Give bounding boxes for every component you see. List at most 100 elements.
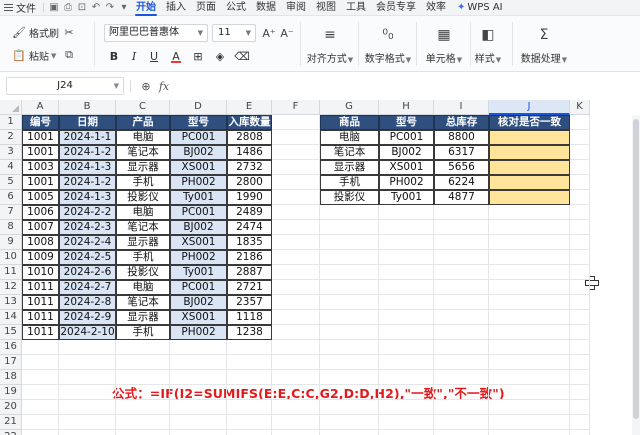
- undo-icon[interactable]: ↶: [89, 0, 103, 16]
- table1-cell[interactable]: Ty001: [170, 265, 227, 280]
- table2-header-cell[interactable]: 商品: [320, 115, 379, 130]
- table2-cell[interactable]: 电脑: [320, 130, 379, 145]
- row-header-22[interactable]: 22: [0, 430, 22, 435]
- table1-cell[interactable]: 1118: [227, 310, 272, 325]
- table1-cell[interactable]: 电脑: [116, 205, 170, 220]
- row-header-18[interactable]: 18: [0, 370, 22, 385]
- table1-cell[interactable]: 笔记本: [116, 145, 170, 160]
- table1-cell[interactable]: PH002: [170, 325, 227, 340]
- table1-cell[interactable]: 1003: [22, 160, 59, 175]
- table1-cell[interactable]: 1009: [22, 250, 59, 265]
- table1-cell[interactable]: PC001: [170, 205, 227, 220]
- tab-9[interactable]: 效率: [421, 0, 451, 16]
- row-header-11[interactable]: 11: [0, 265, 22, 280]
- row-header-20[interactable]: 20: [0, 400, 22, 415]
- table1-cell[interactable]: 2887: [227, 265, 272, 280]
- table1-cell[interactable]: 投影仪: [116, 265, 170, 280]
- table1-cell[interactable]: XS001: [170, 310, 227, 325]
- table1-cell[interactable]: XS001: [170, 160, 227, 175]
- styles-group[interactable]: ◧ 样式▼: [462, 20, 514, 68]
- select-all-corner[interactable]: [0, 100, 22, 115]
- cut-button[interactable]: ✂: [62, 25, 79, 39]
- table2-cell[interactable]: 5656: [434, 160, 489, 175]
- tab-5[interactable]: 审阅: [281, 0, 311, 16]
- vertical-scrollbar[interactable]: [632, 115, 640, 435]
- name-box[interactable]: J24 ▼: [6, 77, 124, 95]
- table1-cell[interactable]: 1486: [227, 145, 272, 160]
- copy-button[interactable]: ⧉: [62, 48, 79, 62]
- row-header-1[interactable]: 1: [0, 115, 22, 130]
- column-header-k[interactable]: K: [570, 100, 590, 115]
- row-header-8[interactable]: 8: [0, 220, 22, 235]
- table1-cell[interactable]: PH002: [170, 175, 227, 190]
- table2-cell[interactable]: Ty001: [379, 190, 434, 205]
- table1-cell[interactable]: 1005: [22, 190, 59, 205]
- row-header-21[interactable]: 21: [0, 415, 22, 430]
- table1-header-cell[interactable]: 日期: [59, 115, 116, 130]
- table1-cell[interactable]: XS001: [170, 235, 227, 250]
- table1-cell[interactable]: 手机: [116, 325, 170, 340]
- table2-cell[interactable]: 6317: [434, 145, 489, 160]
- redo-icon[interactable]: ↷: [103, 0, 117, 16]
- table1-cell[interactable]: 2474: [227, 220, 272, 235]
- table1-cell[interactable]: 2357: [227, 295, 272, 310]
- table1-cell[interactable]: PC001: [170, 280, 227, 295]
- column-header-d[interactable]: D: [170, 100, 227, 115]
- table1-cell[interactable]: 2489: [227, 205, 272, 220]
- table1-cell[interactable]: 电脑: [116, 130, 170, 145]
- table1-cell[interactable]: 1001: [22, 175, 59, 190]
- save-icon[interactable]: ▣: [47, 0, 61, 16]
- row-header-4[interactable]: 4: [0, 160, 22, 175]
- table1-cell[interactable]: 1011: [22, 325, 59, 340]
- row-header-14[interactable]: 14: [0, 310, 22, 325]
- tab-6[interactable]: 视图: [311, 0, 341, 16]
- table1-cell[interactable]: 手机: [116, 250, 170, 265]
- table2-header-cell[interactable]: 型号: [379, 115, 434, 130]
- column-header-g[interactable]: G: [320, 100, 379, 115]
- tab-0[interactable]: 开始: [131, 0, 161, 16]
- tab-1[interactable]: 插入: [161, 0, 191, 16]
- spreadsheet-grid[interactable]: 公式：=IF(I2=SUMIFS(E:E,C:C,G2,D:D,H2),"一致"…: [0, 100, 640, 435]
- table1-cell[interactable]: 2024-1-2: [59, 145, 116, 160]
- table1-cell[interactable]: 2024-2-3: [59, 220, 116, 235]
- row-header-13[interactable]: 13: [0, 295, 22, 310]
- table1-cell[interactable]: 2024-2-8: [59, 295, 116, 310]
- wps-ai-button[interactable]: ✦ WPS AI: [457, 2, 503, 13]
- table2-cell[interactable]: 4877: [434, 190, 489, 205]
- table2-cell[interactable]: 笔记本: [320, 145, 379, 160]
- table1-cell[interactable]: 2024-1-2: [59, 175, 116, 190]
- table1-cell[interactable]: 2024-1-3: [59, 190, 116, 205]
- row-header-9[interactable]: 9: [0, 235, 22, 250]
- font-color-button[interactable]: A: [168, 48, 184, 64]
- row-header-6[interactable]: 6: [0, 190, 22, 205]
- data-processing-group[interactable]: Σ 数据处理▼: [518, 20, 570, 68]
- table1-cell[interactable]: 1011: [22, 295, 59, 310]
- preview-icon[interactable]: ⊡: [75, 0, 89, 16]
- row-header-19[interactable]: 19: [0, 385, 22, 400]
- grow-font-button[interactable]: A⁺: [262, 26, 279, 40]
- zoom-icon[interactable]: ⊕: [137, 80, 155, 93]
- table2-cell[interactable]: [489, 175, 570, 190]
- table1-cell[interactable]: 2024-2-6: [59, 265, 116, 280]
- row-header-12[interactable]: 12: [0, 280, 22, 295]
- table2-cell[interactable]: XS001: [379, 160, 434, 175]
- table1-cell[interactable]: 1835: [227, 235, 272, 250]
- column-header-c[interactable]: C: [116, 100, 170, 115]
- column-header-i[interactable]: I: [434, 100, 489, 115]
- table1-cell[interactable]: 1990: [227, 190, 272, 205]
- row-header-10[interactable]: 10: [0, 250, 22, 265]
- row-header-17[interactable]: 17: [0, 355, 22, 370]
- column-header-f[interactable]: F: [272, 100, 320, 115]
- table2-cell[interactable]: PC001: [379, 130, 434, 145]
- table1-cell[interactable]: PC001: [170, 130, 227, 145]
- table1-cell[interactable]: 1010: [22, 265, 59, 280]
- table2-header-cell[interactable]: 总库存: [434, 115, 489, 130]
- table1-cell[interactable]: 1007: [22, 220, 59, 235]
- table1-cell[interactable]: 手机: [116, 175, 170, 190]
- paste-button[interactable]: 📋 粘贴 ▼: [12, 48, 56, 63]
- table1-cell[interactable]: 2024-2-9: [59, 310, 116, 325]
- tab-3[interactable]: 公式: [221, 0, 251, 16]
- table1-cell[interactable]: 2800: [227, 175, 272, 190]
- table1-header-cell[interactable]: 型号: [170, 115, 227, 130]
- table1-cell[interactable]: Ty001: [170, 190, 227, 205]
